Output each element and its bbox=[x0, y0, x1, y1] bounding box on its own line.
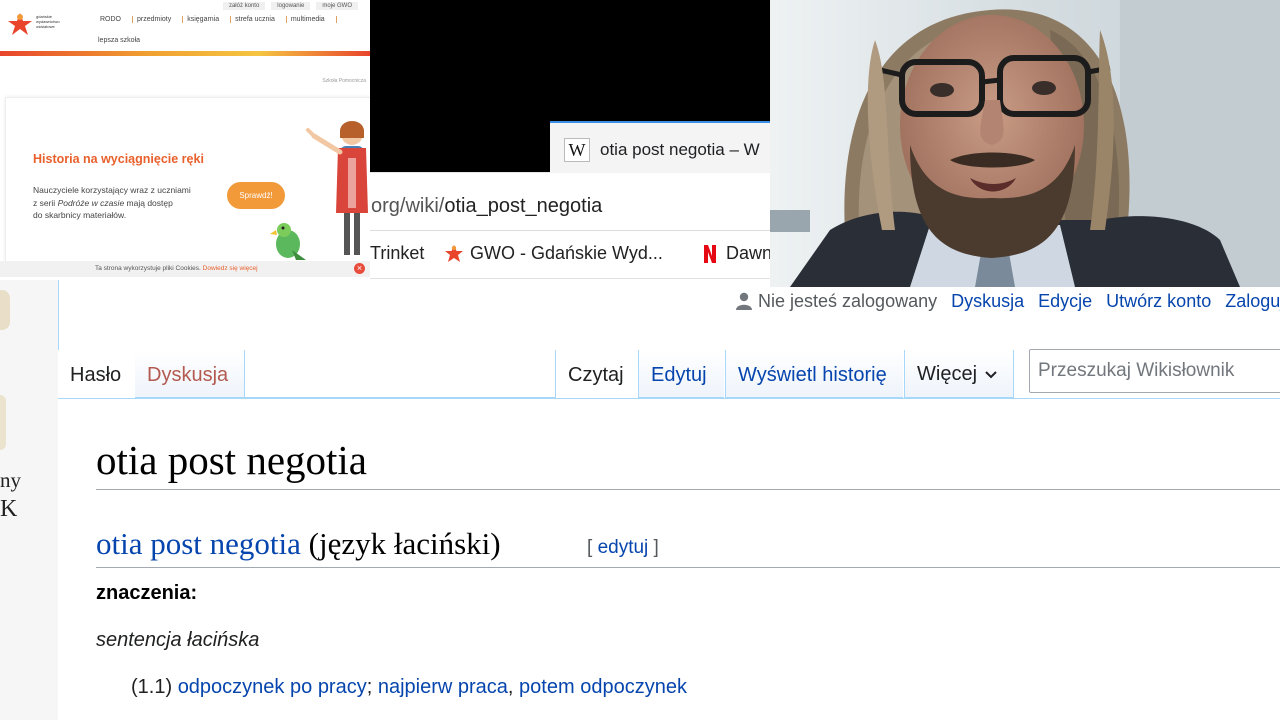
browser-tab-active[interactable]: W otia post negotia – W bbox=[550, 121, 770, 173]
gwo-login-link[interactable]: logowanie bbox=[271, 2, 311, 10]
gwo-color-stripe bbox=[0, 51, 370, 56]
url-prefix: org/wiki/ bbox=[371, 195, 445, 217]
gwo-create-account-link[interactable]: załóż konto bbox=[222, 2, 266, 10]
tab-edit[interactable]: Edytuj bbox=[638, 350, 724, 398]
tab-discussion[interactable]: Dyskusja bbox=[135, 350, 245, 398]
bookmark-label: Trinket bbox=[370, 243, 425, 263]
separator: ; bbox=[366, 676, 378, 698]
definition-number: (1.1) bbox=[131, 676, 178, 698]
definition-link[interactable]: najpierw bbox=[378, 676, 452, 698]
gwo-promo-fragment: mają dostęp bbox=[124, 197, 173, 208]
section-divider bbox=[96, 567, 1280, 568]
sidebar-text-fragment: ny bbox=[0, 468, 21, 492]
gwo-nav: RODO przedmioty księgarnia strefa ucznia… bbox=[96, 16, 337, 23]
section-heading: otia post negotia (język łaciński) bbox=[96, 526, 501, 562]
definition-link[interactable]: odpoczynek bbox=[580, 676, 687, 698]
definition-link[interactable]: potem bbox=[519, 676, 575, 698]
gwo-small-text: Szkoła Pomocnicza bbox=[322, 78, 366, 84]
gwo-nav-item[interactable]: RODO bbox=[96, 16, 133, 23]
gwo-nav-item[interactable]: multimedia bbox=[287, 16, 337, 23]
gwo-character-illustration bbox=[270, 121, 368, 260]
gwo-nav-item[interactable]: przedmioty bbox=[133, 16, 184, 23]
wiktionary-favicon-icon: W bbox=[564, 138, 590, 162]
bookmark-gwo[interactable]: GWO - Gdańskie Wyd... bbox=[444, 243, 663, 264]
personal-link-login[interactable]: Zaloguj bbox=[1225, 291, 1280, 312]
gwo-my-account-link[interactable]: moje GWO bbox=[316, 2, 358, 10]
tab-more[interactable]: Więcej bbox=[904, 350, 1014, 398]
gwo-nav-item[interactable]: księgarnia bbox=[183, 16, 232, 23]
gwo-cookie-text: Ta strona wykorzystuje pliki Cookies. bbox=[95, 265, 203, 272]
close-icon[interactable]: × bbox=[354, 263, 365, 274]
gwo-favicon-icon bbox=[445, 244, 463, 262]
chevron-down-icon bbox=[985, 370, 997, 378]
definition-link[interactable]: po bbox=[290, 676, 312, 698]
meanings-label: znaczenia: bbox=[96, 582, 198, 604]
gwo-top-links: załóż konto logowanie moje GWO bbox=[222, 2, 358, 10]
section-heading-language: (język łaciński) bbox=[300, 526, 501, 561]
definition-line: (1.1) odpoczynek po pracy; najpierw prac… bbox=[131, 676, 687, 699]
gwo-promo-fragment: z serii bbox=[33, 197, 58, 208]
gwo-cookie-message: Ta strona wykorzystuje pliki Cookies. Do… bbox=[95, 261, 258, 277]
personal-link-contributions[interactable]: Edycje bbox=[1038, 291, 1092, 312]
address-bar[interactable]: org/wiki/otia_post_negotia bbox=[370, 173, 770, 231]
search-input[interactable]: Przeszukaj Wikisłownik bbox=[1029, 349, 1280, 393]
title-divider bbox=[96, 489, 1280, 490]
gwo-series-name: Podróże w czasie bbox=[57, 197, 125, 208]
separator: , bbox=[507, 676, 520, 698]
netflix-n-icon bbox=[704, 244, 716, 263]
address-bar-url: org/wiki/otia_post_negotia bbox=[371, 195, 602, 218]
tab-read[interactable]: Czytaj bbox=[555, 350, 637, 398]
wiki-logo-fragment bbox=[0, 395, 6, 450]
tab-entry[interactable]: Hasło bbox=[58, 350, 134, 398]
personal-link-create-account[interactable]: Utwórz konto bbox=[1106, 291, 1211, 312]
section-heading-link[interactable]: otia post negotia bbox=[96, 526, 301, 561]
definition-link[interactable]: odpoczynek bbox=[178, 676, 285, 698]
gwo-cookie-more-link[interactable]: Dowiedz się więcej bbox=[203, 265, 258, 272]
bracket-open: [ bbox=[587, 537, 598, 558]
bookmark-trinket[interactable]: Trinket bbox=[370, 243, 424, 264]
gwo-logo-icon bbox=[8, 13, 32, 35]
gwo-promo-text: Nauczyciele korzystający wraz z uczniami… bbox=[33, 184, 213, 222]
gwo-nav-item[interactable]: strefa ucznia bbox=[231, 16, 287, 23]
browser-tab-title: otia post negotia – W bbox=[600, 140, 760, 159]
section-edit: [ edytuj ] bbox=[587, 537, 659, 559]
webcam-person-image bbox=[770, 0, 1280, 287]
personal-tools: Nie jesteś zalogowany Dyskusja Edycje Ut… bbox=[734, 289, 1280, 313]
definition-link[interactable]: praca bbox=[458, 676, 508, 698]
bookmark-label: GWO - Gdańskie Wyd... bbox=[470, 243, 663, 263]
gwo-promo-line: z serii Podróże w czasie mają dostęp bbox=[33, 197, 213, 210]
bookmark-netflix[interactable]: Dawn bbox=[700, 243, 772, 264]
user-icon bbox=[736, 292, 752, 310]
personal-link-talk[interactable]: Dyskusja bbox=[951, 291, 1024, 312]
section-edit-link[interactable]: edytuj bbox=[598, 537, 649, 558]
bracket-close: ] bbox=[648, 537, 659, 558]
bookmark-label: Dawn bbox=[726, 243, 773, 263]
tab-history[interactable]: Wyświetl historię bbox=[725, 350, 903, 398]
bookmarks-bar: Trinket GWO - Gdańskie Wyd... Dawn bbox=[370, 231, 772, 279]
tab-more-label: Więcej bbox=[917, 362, 978, 385]
gwo-nav-item[interactable]: lepsza szkoła bbox=[98, 37, 140, 44]
gwo-promo-line: do skarbnicy materiałów. bbox=[33, 210, 127, 220]
gwo-logo[interactable]: gdańskie wydawnictwo oświatowe bbox=[6, 12, 70, 38]
gwo-promo-headline: Historia na wyciągnięcie ręki bbox=[33, 152, 204, 166]
gwo-website-window: gdańskie wydawnictwo oświatowe załóż kon… bbox=[0, 0, 370, 280]
webcam-feed bbox=[770, 0, 1280, 287]
url-path: otia_post_negotia bbox=[444, 195, 603, 217]
gwo-promo-line: Nauczyciele korzystający wraz z uczniami bbox=[33, 185, 191, 195]
wiki-logo-fragment bbox=[0, 290, 10, 330]
page-title: otia post negotia bbox=[96, 437, 368, 483]
sidebar-text-fragment: K bbox=[0, 496, 18, 522]
gwo-logo-text: gdańskie wydawnictwo oświatowe bbox=[36, 14, 60, 29]
definition-link[interactable]: pracy bbox=[318, 676, 367, 698]
sentence-note: sentencja łacińska bbox=[96, 629, 260, 651]
not-logged-in-text: Nie jesteś zalogowany bbox=[758, 290, 938, 311]
gwo-cookie-bar: Ta strona wykorzystuje pliki Cookies. Do… bbox=[0, 261, 370, 277]
